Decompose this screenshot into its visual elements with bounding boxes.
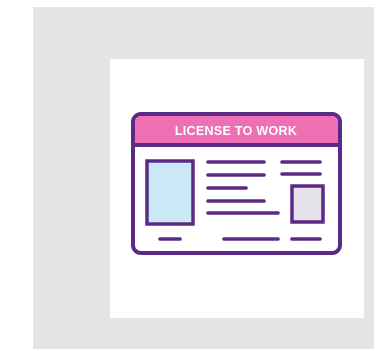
card-title: LICENSE TO WORK (175, 124, 297, 138)
license-card-icon: LICENSE TO WORK (131, 112, 342, 255)
photo-placeholder-icon (145, 159, 195, 226)
image-frame: LICENSE TO WORK (33, 7, 374, 349)
thumbnail-placeholder-icon (290, 184, 325, 224)
image-canvas: LICENSE TO WORK (110, 59, 364, 318)
